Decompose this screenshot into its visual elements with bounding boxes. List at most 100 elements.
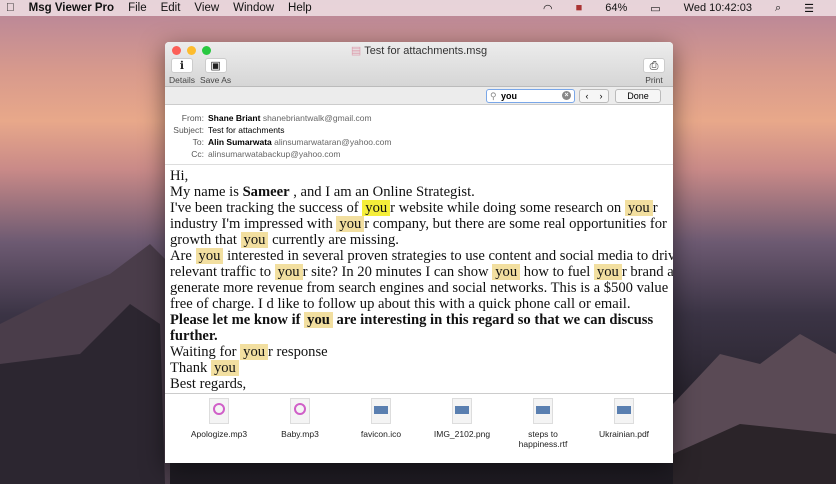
attachment-item[interactable]: Apologize.mp3 xyxy=(179,398,259,449)
find-nav: ‹ › xyxy=(579,89,609,103)
menu-view[interactable]: View xyxy=(194,2,219,14)
message-header: From: Shane Briant shanebriantwalk@gmail.… xyxy=(165,105,673,165)
search-match: you xyxy=(624,200,653,216)
audio-file-icon xyxy=(209,398,229,424)
apple-menu-icon[interactable]:  xyxy=(6,2,15,14)
search-input[interactable]: ⚲ you × xyxy=(486,89,575,103)
body-line: Please let me know if you are interestin… xyxy=(170,312,673,328)
search-icon: ⚲ xyxy=(490,91,497,101)
notification-center-icon[interactable]: ☰ xyxy=(804,2,814,15)
attachment-name: steps to happiness.rtf xyxy=(518,429,568,449)
save-icon: ▣ xyxy=(204,58,227,73)
search-match: you xyxy=(336,216,365,232)
done-button[interactable]: Done xyxy=(615,89,661,103)
window-title: Test for attachments.msg xyxy=(364,45,488,57)
body-line: further. xyxy=(170,328,673,344)
body-text: free of charge. I d like to follow up ab… xyxy=(170,296,631,312)
menu-bar:  Msg Viewer Pro File Edit View Window H… xyxy=(0,0,836,16)
flag-icon[interactable]: ■ xyxy=(576,2,583,14)
attachment-name: favicon.ico xyxy=(360,429,402,439)
attachments-bar: Apologize.mp3 Baby.mp3 favicon.ico IMG_2102… xyxy=(165,394,673,449)
battery-percent[interactable]: 64% xyxy=(605,2,627,14)
body-text: interested in several proven strategies … xyxy=(223,248,673,264)
wifi-icon[interactable]: ◠ xyxy=(543,2,553,15)
menu-edit[interactable]: Edit xyxy=(161,2,181,14)
clear-search-icon[interactable]: × xyxy=(562,91,571,100)
to-name: Alin Sumarwata xyxy=(208,137,272,147)
print-label: Print xyxy=(645,75,663,85)
subject-label: Subject: xyxy=(173,125,204,135)
search-match: you xyxy=(593,264,622,280)
audio-file-icon xyxy=(290,398,310,424)
save-as-button[interactable]: ▣ Save As xyxy=(200,58,231,85)
body-text: Waiting for xyxy=(170,344,241,360)
body-line: growth that you currently are missing. xyxy=(170,232,673,248)
spotlight-icon[interactable]: ⌕ xyxy=(775,2,781,15)
menu-app[interactable]: Msg Viewer Pro xyxy=(29,2,114,14)
search-match: you xyxy=(492,264,521,280)
find-bar: ⚲ you × ‹ › Done xyxy=(165,87,673,105)
file-icon xyxy=(533,398,553,424)
search-query: you xyxy=(501,91,518,101)
msg-file-icon: ▤ xyxy=(350,45,362,57)
menu-help[interactable]: Help xyxy=(288,2,312,14)
to-label: To: xyxy=(192,137,204,147)
body-text: Please let me know if xyxy=(170,312,305,328)
to-email[interactable]: alinsumarwataran@yahoo.com xyxy=(274,137,391,147)
body-text: Best regards, xyxy=(170,376,247,392)
attachment-item[interactable]: favicon.ico xyxy=(341,398,421,449)
body-text: r brand and xyxy=(621,264,673,280)
body-text: currently are missing. xyxy=(268,232,399,248)
search-match: you xyxy=(274,264,303,280)
body-text: r site? In 20 minutes I can show xyxy=(302,264,493,280)
body-line: free of charge. I d like to follow up ab… xyxy=(170,296,673,312)
body-text: generate more revenue from search engine… xyxy=(170,280,669,296)
save-as-label: Save As xyxy=(200,75,232,85)
file-icon xyxy=(614,398,634,424)
printer-icon: ⎙ xyxy=(643,58,665,73)
body-text: industry I'm impressed with xyxy=(170,216,337,232)
menu-window[interactable]: Window xyxy=(233,2,274,14)
body-line: generate more revenue from search engine… xyxy=(170,280,673,296)
attachment-name: Ukrainian.pdf xyxy=(598,429,650,439)
attachment-item[interactable]: steps to happiness.rtf xyxy=(503,398,583,449)
search-match: you xyxy=(240,232,269,248)
body-line: Waiting for you r response xyxy=(170,344,673,360)
info-icon: ℹ xyxy=(170,58,193,73)
message-window: ▤ Test for attachments.msg ℹ Details ▣ Sav… xyxy=(165,42,673,463)
attachment-name: IMG_2102.png xyxy=(433,429,491,439)
attachment-item[interactable]: Baby.mp3 xyxy=(260,398,340,449)
cc-label: Cc: xyxy=(191,149,204,159)
body-line: Thank you xyxy=(170,360,673,376)
find-previous-button[interactable]: ‹ xyxy=(580,90,594,102)
details-button[interactable]: ℹ Details xyxy=(169,58,195,85)
toolbar: ▤ Test for attachments.msg ℹ Details ▣ Sav… xyxy=(165,42,673,87)
body-line: Best regards, xyxy=(170,376,673,392)
attachment-name: Apologize.mp3 xyxy=(190,429,248,439)
attachment-item[interactable]: Ukrainian.pdf xyxy=(584,398,664,449)
body-line: I've been tracking the success of you r w… xyxy=(170,200,673,216)
cc-email[interactable]: alinsumarwatabackup@yahoo.com xyxy=(208,149,340,159)
battery-icon[interactable]: ▭ xyxy=(650,2,660,15)
body-text: I've been tracking the success of xyxy=(170,200,363,216)
file-icon xyxy=(371,398,391,424)
message-body[interactable]: Hi, My name is Sameer , and I am an Onlin… xyxy=(165,165,673,394)
details-label: Details xyxy=(169,75,195,85)
file-icon xyxy=(452,398,472,424)
body-text: relevant traffic to xyxy=(170,264,275,280)
find-next-button[interactable]: › xyxy=(594,90,608,102)
body-text: how to fuel xyxy=(520,264,594,280)
print-button[interactable]: ⎙ Print xyxy=(643,58,665,85)
from-label: From: xyxy=(181,113,204,123)
attachment-item[interactable]: IMG_2102.png xyxy=(422,398,502,449)
subject: Test for attachments xyxy=(208,125,285,135)
body-text: Hi, xyxy=(170,168,189,184)
search-match: you xyxy=(210,360,239,376)
body-text: Are xyxy=(170,248,196,264)
clock[interactable]: Wed 10:42:03 xyxy=(684,2,752,14)
body-text: are interesting in this regard so that w… xyxy=(332,312,654,328)
search-match: you xyxy=(240,344,269,360)
body-text: r response xyxy=(268,344,328,360)
menu-file[interactable]: File xyxy=(128,2,147,14)
from-email[interactable]: shanebriantwalk@gmail.com xyxy=(263,113,372,123)
